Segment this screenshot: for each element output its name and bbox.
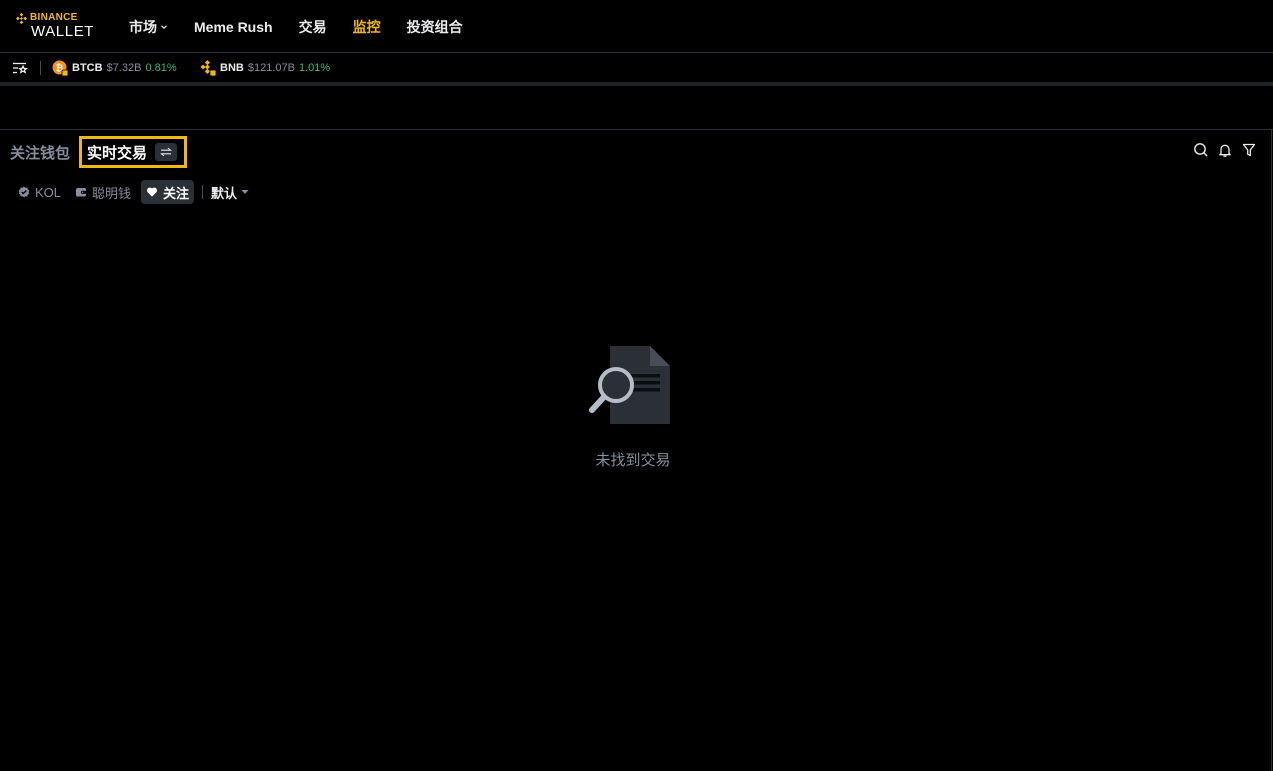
sort-label: 默认 xyxy=(211,185,238,201)
swap-view-button[interactable] xyxy=(155,143,178,161)
nav-item-trade[interactable]: 交易 xyxy=(299,17,327,37)
filter-kol[interactable]: KOL xyxy=(14,180,65,204)
nav-item-meme-rush[interactable]: Meme Rush xyxy=(194,19,273,35)
heart-icon xyxy=(146,187,158,197)
filter-smart-money-label: 聪明钱 xyxy=(92,185,132,201)
bell-icon[interactable] xyxy=(1217,142,1233,158)
bnb-coin-icon xyxy=(200,60,216,76)
main-nav: 市场 Meme Rush 交易 监控 投资组合 xyxy=(129,0,489,53)
ticker-symbol: BTCB xyxy=(72,62,103,74)
filter-separator xyxy=(202,185,204,199)
filter-icon[interactable] xyxy=(1241,142,1257,158)
ticker-symbol: BNB xyxy=(220,62,244,74)
trader-filters: KOL 聪明钱 关注 默认 xyxy=(14,180,249,204)
panel-border-top xyxy=(0,129,1273,130)
tab-live-trades-label: 实时交易 xyxy=(87,144,148,162)
ticker-market-cap: $7.32B xyxy=(106,62,142,74)
filter-kol-label: KOL xyxy=(35,184,62,200)
top-nav: BINANCE WALLET 市场 Meme Rush 交易 监控 投资组合 xyxy=(0,0,1273,53)
star-list-icon[interactable] xyxy=(12,61,28,75)
panel-border-right xyxy=(1271,129,1272,771)
binance-wallet-logo[interactable]: BINANCE WALLET xyxy=(16,12,106,40)
search-icon[interactable] xyxy=(1193,142,1209,158)
ticker-change: 1.01% xyxy=(298,62,331,74)
tab-watched-wallets[interactable]: 关注钱包 xyxy=(10,142,70,163)
sort-dropdown[interactable]: 默认 xyxy=(211,183,249,202)
app-root: BINANCE WALLET 市场 Meme Rush 交易 监控 投资组合 ₿… xyxy=(0,0,1273,771)
filter-following[interactable]: 关注 xyxy=(141,180,195,204)
ticker-bar: ₿ BTCB $7.32B 0.81% BNB $121.07B 1.01% xyxy=(0,54,1273,82)
ticker-divider xyxy=(0,82,1273,86)
tab-live-trades[interactable]: 实时交易 xyxy=(79,136,188,168)
chevron-down-icon xyxy=(161,24,167,29)
nav-item-portfolio[interactable]: 投资组合 xyxy=(407,17,463,37)
caret-down-icon xyxy=(241,190,249,194)
ticker-item-bnb[interactable]: BNB $121.07B 1.01% xyxy=(200,54,330,82)
filter-following-label: 关注 xyxy=(163,185,190,201)
ticker-market-cap: $121.07B xyxy=(247,62,295,74)
ticker-separator xyxy=(40,61,41,75)
btcb-coin-icon: ₿ xyxy=(52,60,68,76)
ticker-change: 0.81% xyxy=(145,62,177,74)
monitor-tabs: 关注钱包 实时交易 xyxy=(10,136,188,168)
empty-state-message: 未找到交易 xyxy=(595,452,671,469)
swap-arrows-icon xyxy=(160,147,172,157)
nav-item-monitor[interactable]: 监控 xyxy=(353,17,381,37)
document-search-icon xyxy=(589,346,670,424)
filter-smart-money[interactable]: 聪明钱 xyxy=(71,180,135,204)
verified-badge-icon xyxy=(18,186,30,198)
panel-tools xyxy=(1185,142,1257,158)
ticker-item-btcb[interactable]: ₿ BTCB $7.32B 0.81% xyxy=(52,54,177,82)
binance-logo-icon xyxy=(16,12,27,24)
product-name: WALLET xyxy=(31,23,95,40)
wallet-icon xyxy=(76,188,87,197)
nav-item-market[interactable]: 市场 xyxy=(129,17,168,37)
